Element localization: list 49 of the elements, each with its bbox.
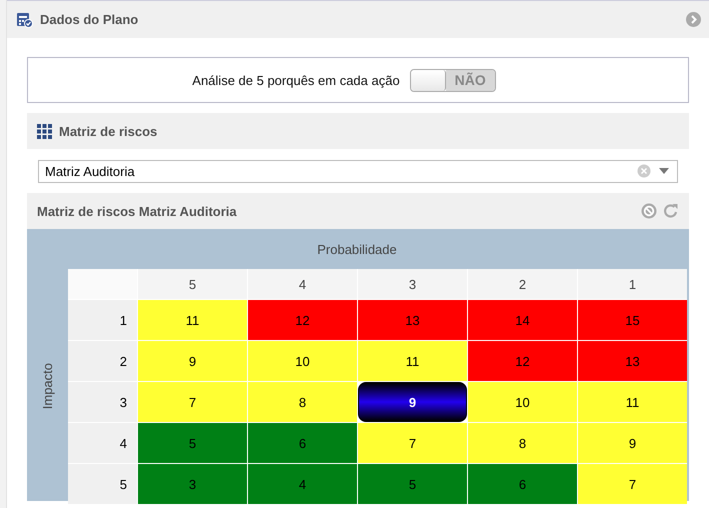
- matrix-cell[interactable]: 6: [248, 423, 357, 463]
- matrix-cell[interactable]: 9: [358, 382, 467, 422]
- matrix-cell[interactable]: 15: [578, 300, 687, 340]
- matrix-cell[interactable]: 12: [248, 300, 357, 340]
- matrix-cell[interactable]: 10: [248, 341, 357, 381]
- block-icon[interactable]: [641, 203, 657, 219]
- refresh-icon[interactable]: [663, 203, 679, 219]
- section-title: Matriz de riscos: [59, 124, 158, 138]
- toggle-label: Análise de 5 porquês em cada ação: [192, 72, 400, 88]
- row-header: 2: [68, 341, 137, 381]
- column-header: 4: [248, 269, 357, 299]
- axis-label: Probabilidade: [317, 242, 397, 256]
- column-header: 2: [468, 269, 577, 299]
- column-header: 5: [138, 269, 247, 299]
- matrix-cell[interactable]: 11: [358, 341, 467, 381]
- matrix-cell[interactable]: 9: [138, 341, 247, 381]
- matrix-title: Matriz de riscos Matriz Auditoria: [37, 204, 238, 218]
- matrix-cell[interactable]: 3: [138, 464, 247, 504]
- matrix-cell[interactable]: 7: [138, 382, 247, 422]
- matrix-cell[interactable]: 7: [578, 464, 687, 504]
- matrix-cell[interactable]: 13: [578, 341, 687, 381]
- matrix-cell[interactable]: 11: [578, 382, 687, 422]
- matrix-select[interactable]: Matriz Auditoria: [38, 160, 678, 182]
- row-header: 3: [68, 382, 137, 422]
- matrix-cell[interactable]: 4: [248, 464, 357, 504]
- dropdown-caret-icon[interactable]: [659, 168, 669, 174]
- matrix-cell[interactable]: 6: [468, 464, 577, 504]
- matrix-cell[interactable]: 12: [468, 341, 577, 381]
- row-header: 1: [68, 300, 137, 340]
- calendar-icon: [16, 12, 33, 28]
- column-header: 1: [578, 269, 687, 299]
- matrix-cell[interactable]: 8: [248, 382, 357, 422]
- matrix-cell[interactable]: 9: [578, 423, 687, 463]
- chevron-right-icon[interactable]: [686, 12, 701, 27]
- matrix-cell[interactable]: 5: [358, 464, 467, 504]
- matrix-cell[interactable]: 13: [358, 300, 467, 340]
- matrix-cell[interactable]: 11: [138, 300, 247, 340]
- matrix-cell[interactable]: 8: [468, 423, 577, 463]
- matrix-cell[interactable]: 10: [468, 382, 577, 422]
- matrix-cell[interactable]: 14: [468, 300, 577, 340]
- panel-title: Dados do Plano: [40, 12, 140, 27]
- matrix-cell[interactable]: 7: [358, 423, 467, 463]
- axis-label: Impacto: [40, 363, 55, 410]
- grid-icon: [37, 124, 52, 138]
- row-header: 5: [68, 464, 137, 504]
- clear-icon[interactable]: [637, 164, 651, 178]
- column-header: 3: [358, 269, 467, 299]
- row-header: 4: [68, 423, 137, 463]
- matrix-cell[interactable]: 5: [138, 423, 247, 463]
